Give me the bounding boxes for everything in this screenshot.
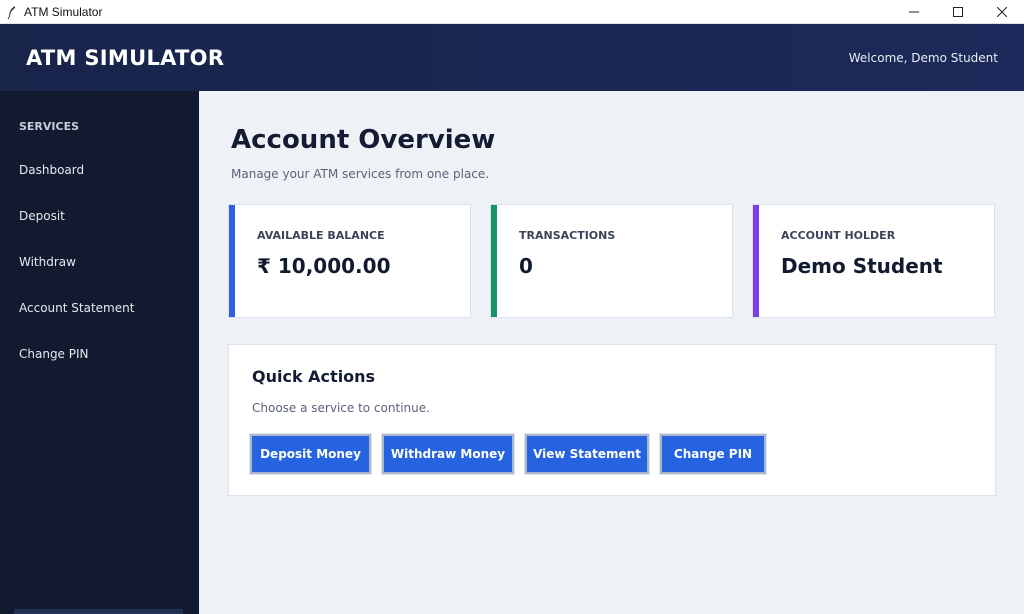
sidebar-item-withdraw[interactable]: Withdraw bbox=[19, 255, 76, 269]
card-accent-bar bbox=[491, 205, 497, 317]
quick-actions-title: Quick Actions bbox=[252, 367, 376, 386]
sidebar-heading: SERVICES bbox=[19, 120, 80, 133]
card-label: ACCOUNT HOLDER bbox=[781, 229, 896, 242]
balance-card: AVAILABLE BALANCE ₹ 10,000.00 bbox=[228, 204, 471, 318]
transactions-value: 0 bbox=[519, 254, 533, 278]
card-accent-bar bbox=[753, 205, 759, 317]
page-title: Account Overview bbox=[231, 125, 496, 155]
sidebar: SERVICES Dashboard Deposit Withdraw Acco… bbox=[0, 91, 199, 614]
brand-title: ATM SIMULATOR bbox=[26, 46, 225, 70]
minimize-icon[interactable] bbox=[892, 0, 936, 24]
sidebar-item-account-statement[interactable]: Account Statement bbox=[19, 301, 134, 315]
view-statement-button[interactable]: View Statement bbox=[524, 433, 650, 475]
sidebar-scroll-indicator bbox=[14, 609, 183, 614]
welcome-text: Welcome, Demo Student bbox=[848, 51, 998, 65]
app-header: ATM SIMULATOR Welcome, Demo Student bbox=[0, 24, 1024, 91]
window-title: ATM Simulator bbox=[24, 4, 103, 19]
page-subtitle: Manage your ATM services from one place. bbox=[231, 167, 490, 181]
window-titlebar: ATM Simulator bbox=[0, 0, 1024, 24]
account-holder-card: ACCOUNT HOLDER Demo Student bbox=[752, 204, 995, 318]
sidebar-item-change-pin[interactable]: Change PIN bbox=[19, 347, 89, 361]
feather-icon bbox=[0, 0, 24, 24]
transactions-card: TRANSACTIONS 0 bbox=[490, 204, 733, 318]
main-content: Account Overview Manage your ATM service… bbox=[199, 91, 1024, 614]
sidebar-item-dashboard[interactable]: Dashboard bbox=[19, 163, 84, 177]
maximize-icon[interactable] bbox=[936, 0, 980, 24]
quick-actions-subtitle: Choose a service to continue. bbox=[252, 401, 430, 415]
card-accent-bar bbox=[229, 205, 235, 317]
card-label: AVAILABLE BALANCE bbox=[257, 229, 385, 242]
card-label: TRANSACTIONS bbox=[519, 229, 616, 242]
account-holder-value: Demo Student bbox=[781, 254, 943, 278]
close-icon[interactable] bbox=[980, 0, 1024, 24]
deposit-money-button[interactable]: Deposit Money bbox=[249, 433, 372, 475]
window-controls bbox=[892, 0, 1024, 24]
balance-value: ₹ 10,000.00 bbox=[257, 254, 391, 278]
change-pin-button[interactable]: Change PIN bbox=[659, 433, 767, 475]
withdraw-money-button[interactable]: Withdraw Money bbox=[381, 433, 515, 475]
sidebar-item-deposit[interactable]: Deposit bbox=[19, 209, 65, 223]
quick-actions-panel: Quick Actions Choose a service to contin… bbox=[228, 344, 996, 496]
